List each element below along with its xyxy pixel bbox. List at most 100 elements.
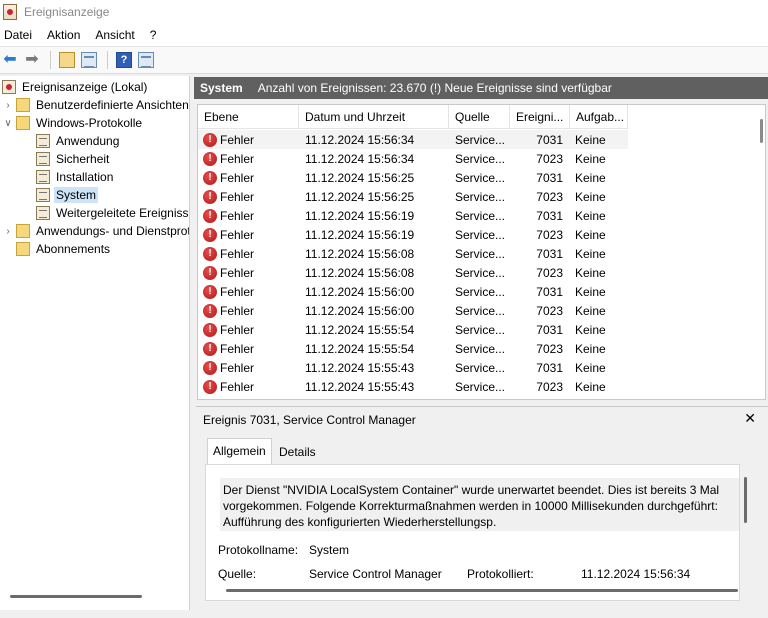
- chevron-right-icon[interactable]: ›: [2, 100, 14, 111]
- back-button[interactable]: ⬅: [0, 50, 20, 70]
- event-level-text: Fehler: [220, 170, 255, 185]
- tree-item-app-services-logs[interactable]: › Anwendungs- und Dienstprotokolle: [2, 222, 189, 240]
- event-source-cell: Service...: [455, 303, 506, 318]
- event-level-cell: ! Fehler: [198, 360, 299, 375]
- forward-arrow-icon: ➡: [25, 51, 39, 68]
- event-row[interactable]: ! Fehler 11.12.2024 15:56:34 Service... 7031…: [198, 130, 628, 149]
- event-row[interactable]: ! Fehler 11.12.2024 15:56:34 Service... 7023…: [198, 149, 628, 168]
- event-row[interactable]: ! Fehler 11.12.2024 15:55:54 Service... 7031…: [198, 320, 628, 339]
- event-date-cell: 11.12.2024 15:56:00: [305, 303, 415, 318]
- help-button[interactable]: ?: [114, 50, 134, 70]
- console-tree-icon: [81, 52, 97, 68]
- tree-item-forwarded-events[interactable]: Weitergeleitete Ereignisse: [34, 204, 190, 222]
- tree-item-label: Weitergeleitete Ereignisse: [56, 206, 190, 220]
- menu-datei[interactable]: Datei: [0, 28, 39, 42]
- tree-item-label: Benutzerdefinierte Ansichten: [36, 98, 189, 112]
- event-date-cell: 11.12.2024 15:55:43: [305, 379, 415, 394]
- subscriptions-icon: [16, 242, 30, 256]
- event-row[interactable]: ! Fehler 11.12.2024 15:56:08 Service... 7023…: [198, 263, 628, 282]
- tree-horizontal-scrollbar[interactable]: [10, 595, 142, 598]
- detail-title: Ereignis 7031, Service Control Manager: [203, 413, 416, 427]
- tab-general[interactable]: Allgemein: [207, 438, 272, 465]
- chevron-down-icon[interactable]: ∨: [2, 118, 14, 129]
- tree-item-label: Abonnements: [36, 242, 111, 256]
- tree-item-windows-logs[interactable]: ∨ Windows-Protokolle: [2, 114, 144, 132]
- event-level-text: Fehler: [220, 265, 255, 280]
- event-row[interactable]: ! Fehler 11.12.2024 15:55:43 Service... 7031…: [198, 358, 628, 377]
- error-icon: !: [203, 208, 217, 223]
- event-row[interactable]: ! Fehler 11.12.2024 15:56:25 Service... 7023…: [198, 187, 628, 206]
- event-row[interactable]: ! Fehler 11.12.2024 15:56:25 Service... 7031…: [198, 168, 628, 187]
- event-id-cell: 7023: [536, 151, 563, 166]
- tree-item-system[interactable]: System: [34, 186, 99, 204]
- grid-vertical-scrollbar[interactable]: [760, 119, 763, 143]
- event-source-cell: Service...: [455, 151, 506, 166]
- event-task-cell: Keine: [575, 227, 606, 242]
- source-label: Quelle:: [218, 567, 257, 581]
- up-folder-button[interactable]: [57, 50, 77, 70]
- event-id-cell: 7031: [536, 208, 563, 223]
- tree-item-label: Ereignisanzeige (Lokal): [22, 80, 148, 94]
- event-date-cell: 11.12.2024 15:56:08: [305, 265, 415, 280]
- column-header-event-id[interactable]: Ereigni...: [510, 105, 570, 129]
- tree-item-installation[interactable]: Installation: [34, 168, 115, 186]
- close-icon[interactable]: ✕: [744, 410, 756, 427]
- event-task-cell: Keine: [575, 322, 606, 337]
- events-grid: Ebene Datum und Uhrzeit Quelle Ereigni..…: [197, 104, 766, 400]
- folder-icon: [16, 224, 30, 238]
- log-name-label: Protokollname:: [218, 543, 299, 557]
- back-arrow-icon: ⬅: [3, 51, 17, 68]
- description-vertical-scrollbar[interactable]: [744, 477, 747, 523]
- event-date-cell: 11.12.2024 15:56:25: [305, 189, 415, 204]
- event-description[interactable]: Der Dienst "NVIDIA LocalSystem Container…: [220, 478, 739, 531]
- event-level-text: Fehler: [220, 151, 255, 166]
- event-row[interactable]: ! Fehler 11.12.2024 15:56:00 Service... 7023…: [198, 301, 628, 320]
- tab-details[interactable]: Details: [274, 440, 321, 464]
- tree-item-subscriptions[interactable]: Abonnements: [14, 240, 112, 258]
- tree-item-custom-views[interactable]: › Benutzerdefinierte Ansichten: [2, 96, 189, 114]
- detail-horizontal-scrollbar[interactable]: [226, 589, 738, 592]
- toolbar-separator: [50, 51, 51, 69]
- window-title: Ereignisanzeige: [24, 5, 110, 19]
- event-source-cell: Service...: [455, 246, 506, 261]
- event-row[interactable]: ! Fehler 11.12.2024 15:55:54 Service... 7023…: [198, 339, 628, 358]
- menu-aktion[interactable]: Aktion: [43, 28, 87, 42]
- event-source-cell: Service...: [455, 322, 506, 337]
- event-id-cell: 7023: [536, 189, 563, 204]
- tree-item-label: Installation: [56, 170, 114, 184]
- event-id-cell: 7023: [536, 379, 563, 394]
- event-row[interactable]: ! Fehler 11.12.2024 15:55:43 Service... 7023…: [198, 377, 628, 396]
- tree-item-anwendung[interactable]: Anwendung: [34, 132, 121, 150]
- menu-ansicht[interactable]: Ansicht: [91, 28, 141, 42]
- column-header-source[interactable]: Quelle: [449, 105, 510, 129]
- event-level-cell: ! Fehler: [198, 132, 299, 147]
- error-icon: !: [203, 246, 217, 261]
- event-level-cell: ! Fehler: [198, 208, 299, 223]
- chevron-right-icon[interactable]: ›: [2, 226, 14, 237]
- show-hide-tree-button[interactable]: [79, 50, 99, 70]
- menu-help[interactable]: ?: [146, 28, 164, 42]
- event-task-cell: Keine: [575, 360, 606, 375]
- event-source-cell: Service...: [455, 227, 506, 242]
- column-header-level[interactable]: Ebene: [198, 105, 299, 129]
- navigation-tree: Ereignisanzeige (Lokal) › Benutzerdefini…: [0, 76, 190, 610]
- event-id-cell: 7031: [536, 284, 563, 299]
- event-level-cell: ! Fehler: [198, 379, 299, 394]
- event-row[interactable]: ! Fehler 11.12.2024 15:56:08 Service... 7031…: [198, 244, 628, 263]
- forward-button[interactable]: ➡: [22, 50, 42, 70]
- event-date-cell: 11.12.2024 15:56:34: [305, 151, 415, 166]
- logged-label: Protokolliert:: [467, 567, 534, 581]
- event-row[interactable]: ! Fehler 11.12.2024 15:56:00 Service... 7031…: [198, 282, 628, 301]
- show-hide-action-pane-button[interactable]: [136, 50, 156, 70]
- column-header-task[interactable]: Aufgab...: [570, 105, 628, 129]
- event-row[interactable]: ! Fehler 11.12.2024 15:56:19 Service... 7023…: [198, 225, 628, 244]
- event-level-cell: ! Fehler: [198, 227, 299, 242]
- tree-item-sicherheit[interactable]: Sicherheit: [34, 150, 111, 168]
- column-header-date[interactable]: Datum und Uhrzeit: [299, 105, 449, 129]
- tree-item-root[interactable]: Ereignisanzeige (Lokal): [0, 78, 149, 96]
- event-date-cell: 11.12.2024 15:56:34: [305, 132, 415, 147]
- error-icon: !: [203, 132, 217, 147]
- event-id-cell: 7031: [536, 170, 563, 185]
- event-row[interactable]: ! Fehler 11.12.2024 15:56:19 Service... 7031…: [198, 206, 628, 225]
- folder-icon: [16, 116, 30, 130]
